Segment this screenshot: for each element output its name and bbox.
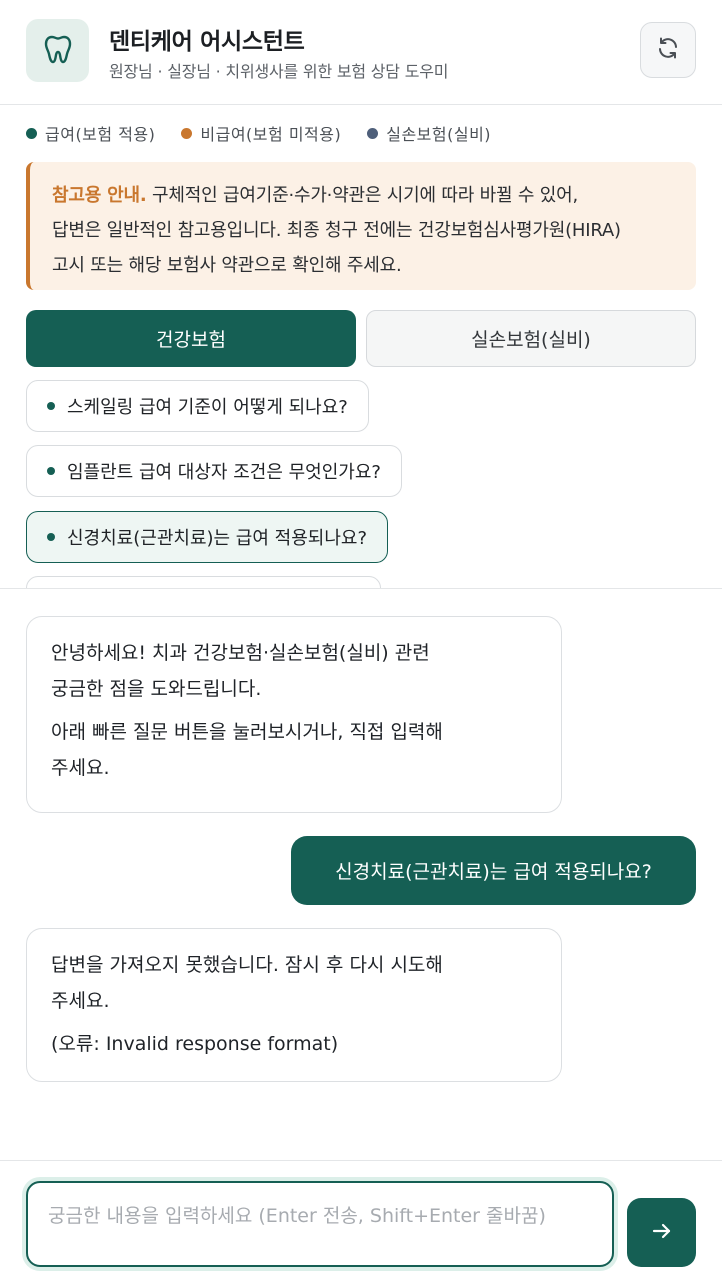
message-paragraph: 안녕하세요! 치과 건강보험·실손보험(실비) 관련궁금한 점을 도와드립니다.	[51, 635, 537, 707]
message-input-wrapper	[26, 1181, 614, 1267]
message-text: 궁금한 점을 도와드립니다.	[51, 678, 262, 700]
notice-line-3: 고시 또는 해당 보험사 약관으로 확인해 주세요.	[52, 255, 402, 276]
message-text: 주세요.	[51, 990, 110, 1012]
chip-label: 스케일링 급여 기준이 어떻게 되나요?	[67, 397, 348, 418]
message-text: 안녕하세요! 치과 건강보험·실손보험(실비) 관련	[51, 642, 430, 664]
quick-question-chip[interactable]: 스케일링 급여 기준이 어떻게 되나요?	[26, 380, 369, 432]
legend-dot-private	[367, 127, 379, 139]
section-divider	[0, 588, 722, 589]
quick-question-chip[interactable]	[26, 576, 381, 588]
legend-item-covered: 급여(보험 적용)	[26, 121, 155, 145]
notice-line-2: 답변은 일반적인 참고용입니다. 최종 청구 전에는 건강보험심사평가원(HIR…	[52, 220, 621, 241]
legend-label: 실손보험(실비)	[386, 125, 492, 144]
refresh-button[interactable]	[640, 22, 696, 78]
tab-health-insurance[interactable]: 건강보험	[26, 310, 356, 367]
notice-title: 참고용 안내.	[52, 185, 147, 206]
send-button[interactable]	[627, 1198, 696, 1267]
message-text: 주세요.	[51, 757, 110, 779]
message-text: 답변을 가져오지 못했습니다. 잠시 후 다시 시도해	[51, 954, 443, 976]
bullet-icon	[47, 467, 55, 475]
arrow-right-icon	[650, 1219, 674, 1247]
tab-private-insurance[interactable]: 실손보험(실비)	[366, 310, 696, 367]
legend-label: 비급여(보험 미적용)	[200, 125, 342, 144]
chip-label: 신경치료(근관치료)는 급여 적용되나요?	[67, 528, 368, 549]
message-text: 아래 빠른 질문 버튼을 눌러보시거나, 직접 입력해	[51, 721, 443, 743]
refresh-icon	[656, 36, 680, 64]
bullet-icon	[47, 402, 55, 410]
app-subtitle: 원장님 · 실장님 · 치위생사를 위한 보험 상담 도우미	[109, 62, 449, 81]
app-title: 덴티케어 어시스턴트	[109, 29, 305, 55]
message-input[interactable]	[28, 1183, 612, 1265]
user-message: 신경치료(근관치료)는 급여 적용되나요?	[291, 836, 696, 905]
assistant-welcome-message: 안녕하세요! 치과 건강보험·실손보험(실비) 관련궁금한 점을 도와드립니다.…	[26, 616, 562, 813]
legend-item-non-covered: 비급여(보험 미적용)	[181, 121, 341, 145]
error-detail: (오류: Invalid response format)	[51, 1033, 339, 1055]
header: 덴티케어 어시스턴트 원장님 · 실장님 · 치위생사를 위한 보험 상담 도우…	[0, 0, 722, 105]
legend-dot-non-covered	[181, 127, 193, 139]
legend-label: 급여(보험 적용)	[45, 125, 156, 144]
quick-questions: 스케일링 급여 기준이 어떻게 되나요? 임플란트 급여 대상자 조건은 무엇인…	[0, 370, 722, 588]
coverage-legend: 급여(보험 적용) 비급여(보험 미적용) 실손보험(실비)	[26, 121, 491, 145]
legend-item-private: 실손보험(실비)	[367, 121, 491, 145]
app-root: 덴티케어 어시스턴트 원장님 · 실장님 · 치위생사를 위한 보험 상담 도우…	[0, 0, 722, 1284]
message-paragraph: 답변을 가져오지 못했습니다. 잠시 후 다시 시도해주세요.	[51, 947, 537, 1019]
tooth-icon	[44, 34, 72, 68]
notice-line-1: 참고용 안내. 구체적인 급여기준·수가·약관은 시기에 따라 바뀔 수 있어,	[52, 178, 676, 213]
notice-text: 구체적인 급여기준·수가·약관은 시기에 따라 바뀔 수 있어,	[146, 185, 579, 206]
quick-question-chip[interactable]: 임플란트 급여 대상자 조건은 무엇인가요?	[26, 445, 402, 497]
composer	[0, 1160, 722, 1284]
quick-question-chip-selected[interactable]: 신경치료(근관치료)는 급여 적용되나요?	[26, 511, 389, 563]
chip-label: 임플란트 급여 대상자 조건은 무엇인가요?	[67, 462, 381, 483]
app-logo	[26, 19, 89, 82]
message-paragraph: 아래 빠른 질문 버튼을 눌러보시거나, 직접 입력해주세요.	[51, 714, 537, 786]
bullet-icon	[47, 533, 55, 541]
legend-dot-covered	[26, 127, 37, 139]
assistant-error-message: 답변을 가져오지 못했습니다. 잠시 후 다시 시도해주세요. (오류: Inv…	[26, 928, 562, 1082]
reference-notice: 참고용 안내. 구체적인 급여기준·수가·약관은 시기에 따라 바뀔 수 있어,…	[26, 162, 696, 290]
